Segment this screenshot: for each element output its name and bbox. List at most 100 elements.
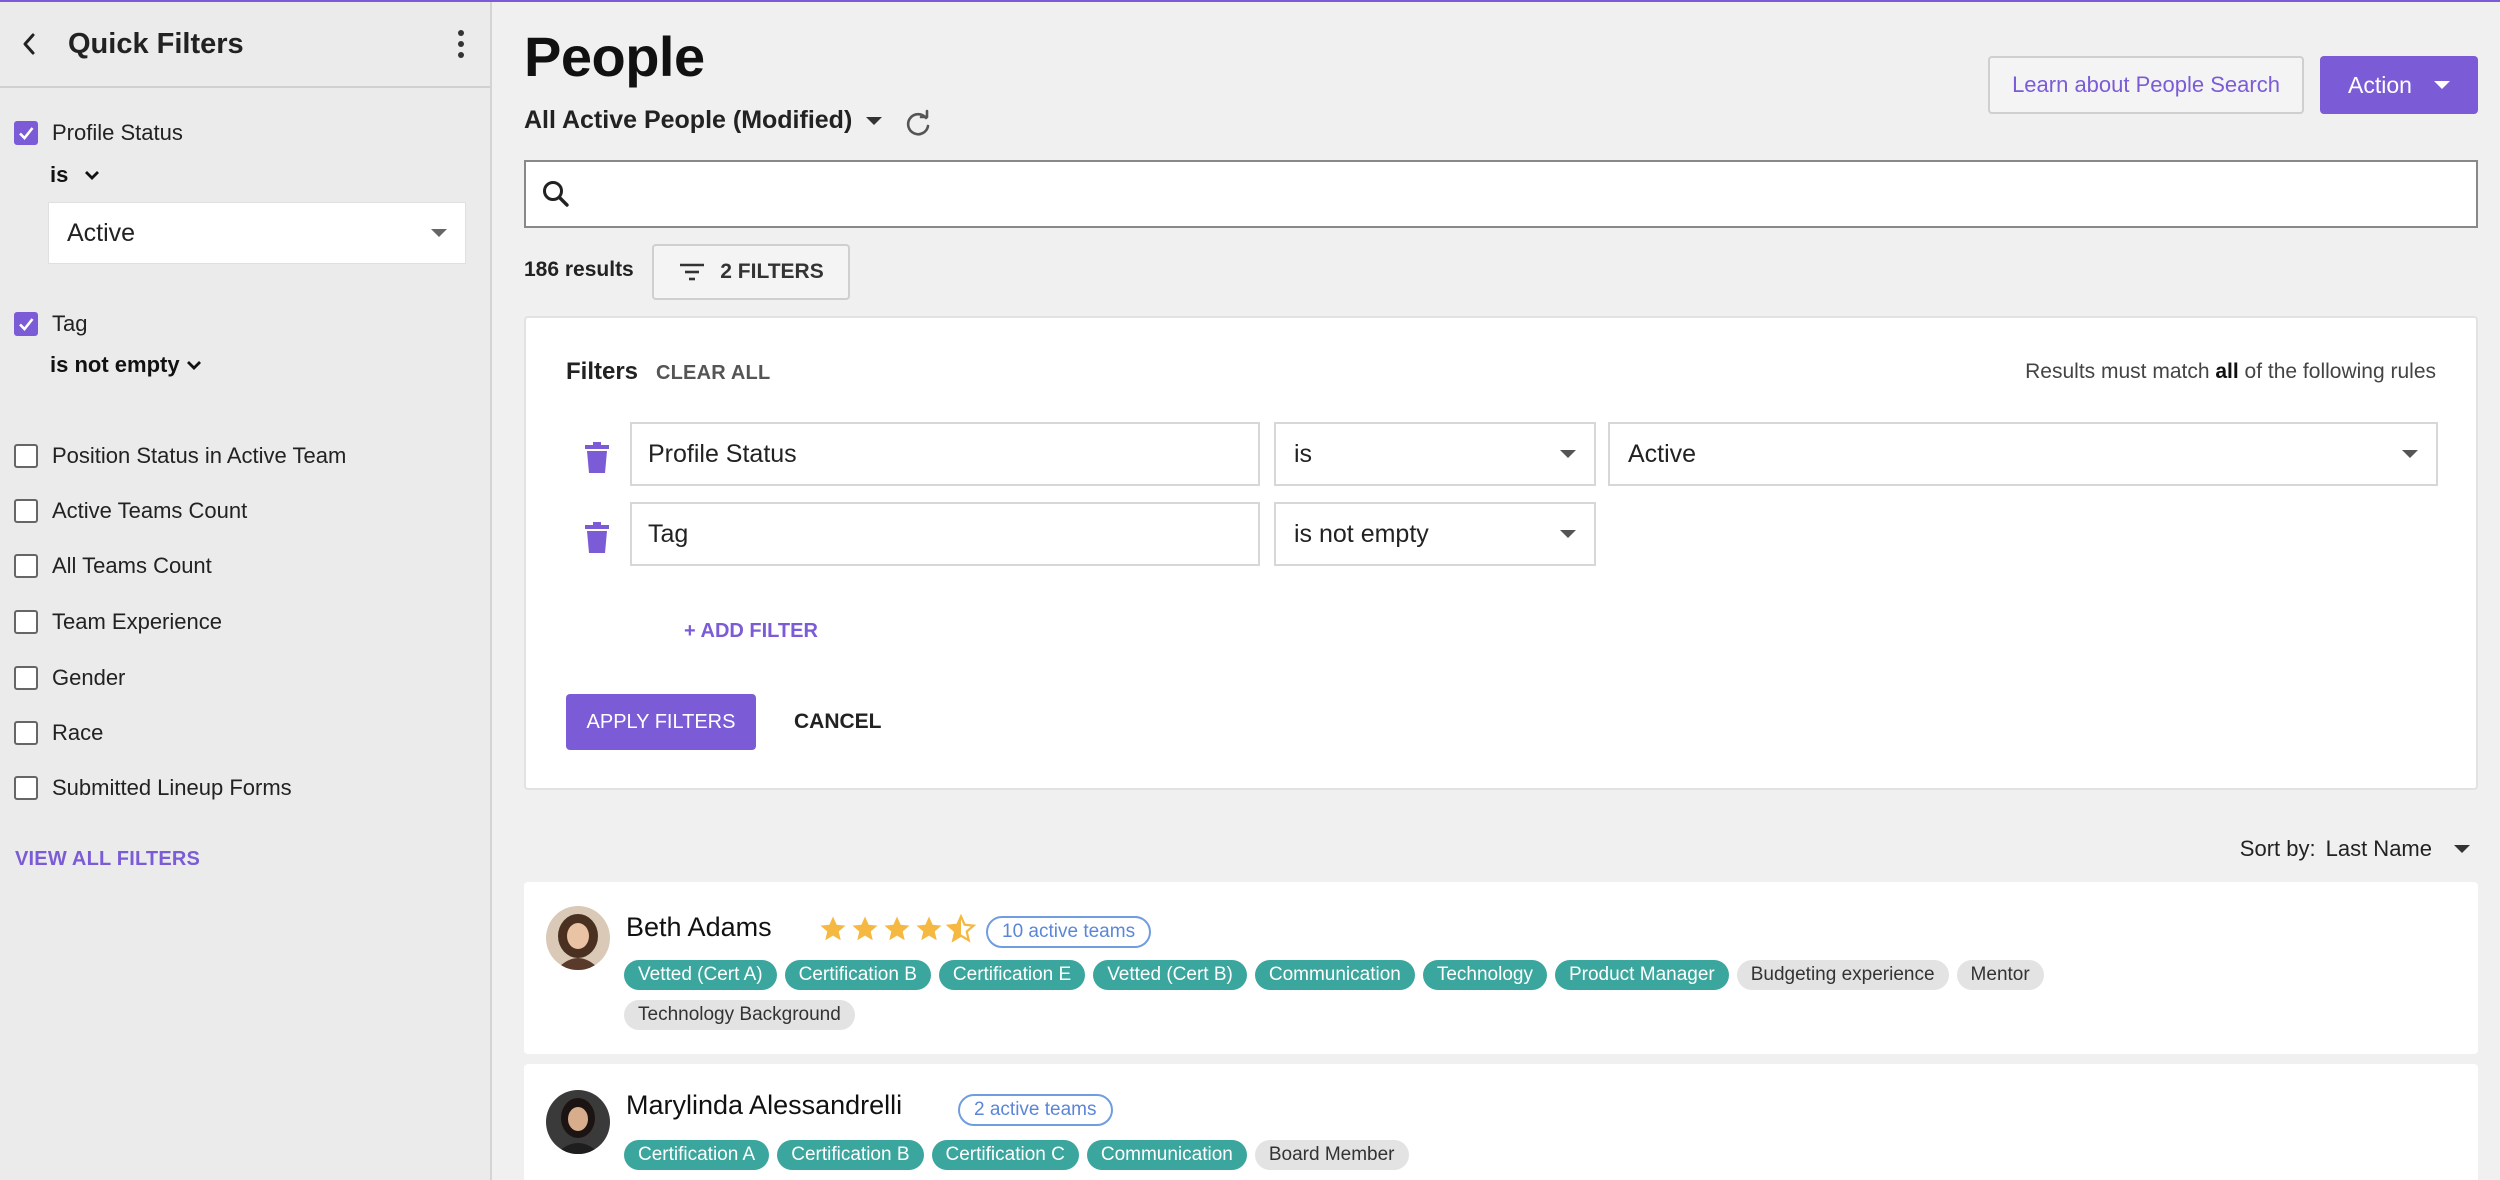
filter-option-active-teams-count[interactable]: Active Teams Count <box>14 498 247 524</box>
refresh-icon[interactable] <box>902 108 934 140</box>
avatar-photo <box>546 906 610 970</box>
sort-by-value: Last Name <box>2325 836 2432 861</box>
tag-chip: Certification A <box>624 1140 770 1170</box>
more-options-button[interactable] <box>446 24 476 64</box>
filter-option-label: Profile Status <box>52 120 183 145</box>
learn-about-people-search-button[interactable]: Learn about People Search <box>1988 56 2304 114</box>
filters-toggle-button[interactable]: 2 FILTERS <box>652 244 850 300</box>
back-button[interactable] <box>14 24 44 64</box>
checkbox[interactable] <box>14 610 38 634</box>
checkbox[interactable] <box>14 666 38 690</box>
select-value: Active <box>1628 439 1697 468</box>
profile-status-operator-select[interactable]: is <box>50 162 100 188</box>
checkbox[interactable] <box>14 444 38 468</box>
filter-option-position-status[interactable]: Position Status in Active Team <box>14 443 346 469</box>
person-tags: Certification A Certification B Certific… <box>624 1140 2184 1170</box>
match-rule-text: Results must match all of the following … <box>2025 360 2436 384</box>
checkbox[interactable] <box>14 554 38 578</box>
filter-option-team-experience[interactable]: Team Experience <box>14 609 222 635</box>
tag-operator-select[interactable]: is not empty <box>50 352 202 378</box>
tag-chip: Budgeting experience <box>1736 960 1949 990</box>
tag-chip: Technology <box>1422 960 1547 990</box>
tag-chip: Product Manager <box>1554 960 1729 990</box>
search-icon <box>543 181 569 207</box>
select-value: is not empty <box>1294 519 1429 548</box>
person-name[interactable]: Beth Adams <box>626 912 772 943</box>
filter-option-gender[interactable]: Gender <box>14 665 125 691</box>
filter-field-input[interactable]: Tag <box>630 502 1260 566</box>
view-all-filters-link[interactable]: VIEW ALL FILTERS <box>15 848 200 871</box>
checkbox[interactable] <box>14 776 38 800</box>
saved-view-name: All Active People (Modified) <box>524 106 853 134</box>
delete-filter-trash-icon[interactable] <box>584 442 610 474</box>
caret-down-icon <box>2454 845 2470 853</box>
filter-field-input[interactable]: Profile Status <box>630 422 1260 486</box>
select-value: is <box>1294 439 1313 468</box>
filter-option-label: Submitted Lineup Forms <box>52 775 292 800</box>
filter-operator-select[interactable]: is not empty <box>1274 502 1596 566</box>
filter-option-label: Gender <box>52 665 126 690</box>
filter-value-select[interactable]: Active <box>1608 422 2438 486</box>
person-card[interactable]: Beth Adams 10 active teams Vetted (Cert … <box>524 882 2478 1054</box>
add-filter-button[interactable]: + ADD FILTER <box>684 620 818 643</box>
person-tags: Vetted (Cert A) Certification B Certific… <box>624 960 2184 1030</box>
tag-chip: Mentor <box>1956 960 2044 990</box>
rating-stars <box>818 914 976 944</box>
delete-filter-trash-icon[interactable] <box>584 522 610 554</box>
filters-count-label: 2 FILTERS <box>720 260 824 283</box>
kebab-dot-icon <box>458 41 464 47</box>
page-title: People <box>524 25 705 88</box>
person-card[interactable]: Marylinda Alessandrelli 2 active teams C… <box>524 1064 2478 1180</box>
filter-option-race[interactable]: Race <box>14 720 103 746</box>
match-rule-prefix: Results must match <box>2025 360 2216 383</box>
operator-value: is not empty <box>50 352 180 377</box>
filter-option-profile-status[interactable]: Profile Status <box>14 120 183 146</box>
filter-option-label: All Teams Count <box>52 553 212 578</box>
checkbox[interactable] <box>14 499 38 523</box>
filter-operator-select[interactable]: is <box>1274 422 1596 486</box>
filter-option-label: Active Teams Count <box>52 498 248 523</box>
sort-by-select[interactable]: Sort by: Last Name <box>2240 836 2470 862</box>
saved-view-select[interactable]: All Active People (Modified) <box>524 106 883 135</box>
filter-option-label: Team Experience <box>52 609 222 634</box>
active-teams-badge[interactable]: 2 active teams <box>958 1094 1113 1126</box>
filter-option-label: Race <box>52 720 104 745</box>
caret-down-icon <box>2402 450 2418 458</box>
tag-chip: Certification B <box>777 1140 924 1170</box>
operator-value: is <box>50 162 69 187</box>
star-filled-icon <box>916 916 942 941</box>
person-name[interactable]: Marylinda Alessandrelli <box>626 1090 902 1121</box>
action-button[interactable]: Action <box>2320 56 2478 114</box>
filter-option-label: Position Status in Active Team <box>52 443 347 468</box>
star-filled-icon <box>852 916 878 941</box>
filter-panel: Filters CLEAR ALL Results must match all… <box>524 316 2478 790</box>
tag-chip: Vetted (Cert A) <box>624 960 777 990</box>
sidebar-header: Quick Filters <box>0 2 490 88</box>
avatar <box>546 906 610 970</box>
filter-option-all-teams-count[interactable]: All Teams Count <box>14 553 212 579</box>
kebab-dot-icon <box>458 52 464 58</box>
filter-option-submitted-lineup-forms[interactable]: Submitted Lineup Forms <box>14 775 292 801</box>
checkbox-checked[interactable] <box>14 121 38 145</box>
star-half-icon <box>946 914 976 943</box>
clear-all-button[interactable]: CLEAR ALL <box>656 362 770 385</box>
profile-status-value-select[interactable]: Active <box>48 202 466 264</box>
checkbox-checked[interactable] <box>14 312 38 336</box>
sort-by-prefix: Sort by: <box>2239 836 2316 861</box>
filter-option-tag[interactable]: Tag <box>14 311 87 337</box>
tag-chip: Vetted (Cert B) <box>1093 960 1247 990</box>
apply-filters-button[interactable]: APPLY FILTERS <box>566 694 756 750</box>
search-input[interactable] <box>582 164 2476 224</box>
chevron-left-icon <box>23 33 35 55</box>
checkbox[interactable] <box>14 721 38 745</box>
caret-down-icon <box>2433 81 2450 89</box>
match-rule-mode[interactable]: all <box>2215 360 2238 383</box>
select-value: Active <box>67 218 136 247</box>
tag-chip: Communication <box>1086 1140 1247 1170</box>
tag-chip: Technology Background <box>624 1000 855 1030</box>
active-teams-badge[interactable]: 10 active teams <box>986 916 1152 948</box>
tag-chip: Certification C <box>931 1140 1079 1170</box>
caret-down-icon <box>1560 450 1576 458</box>
cancel-button[interactable]: CANCEL <box>794 710 882 734</box>
tag-chip: Board Member <box>1254 1140 1409 1170</box>
